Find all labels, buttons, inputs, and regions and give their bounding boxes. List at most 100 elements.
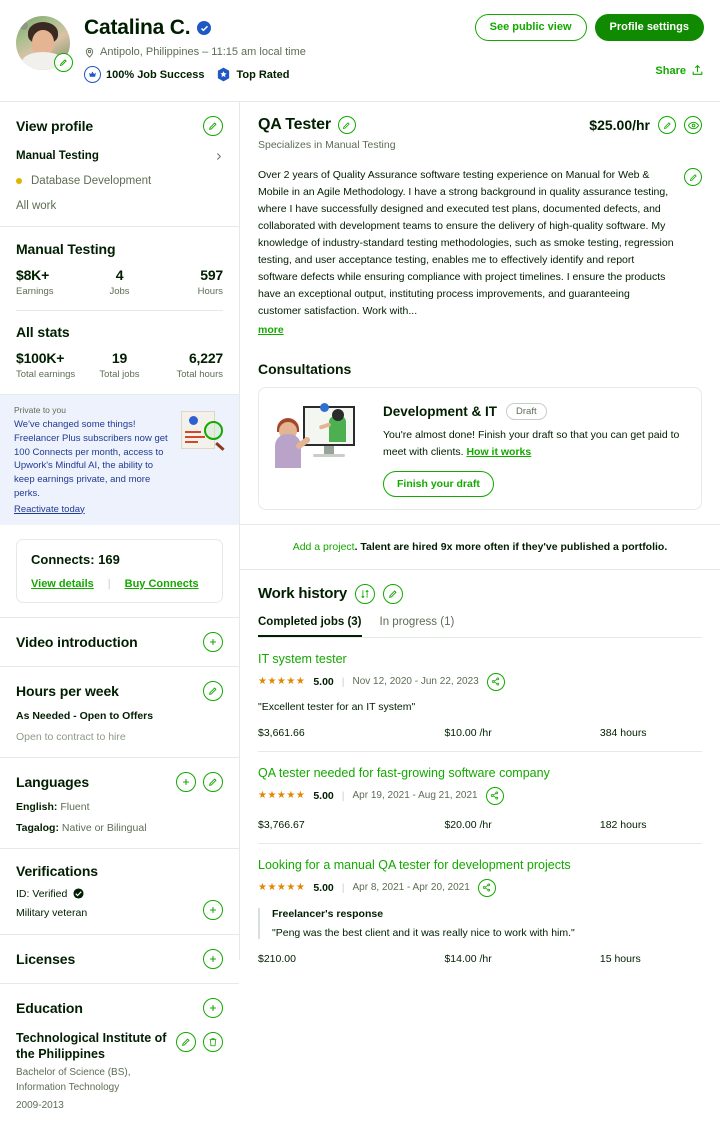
hourly-rate: $25.00/hr [589,117,650,133]
share-job-icon[interactable] [477,878,496,897]
share-job-icon[interactable] [485,786,504,805]
work-history-item: IT system tester ★★★★★ 5.00 | Nov 12, 20… [258,638,702,752]
promo-eyebrow: Private to you [14,405,66,415]
stat-item: $100K+ Total earnings [16,350,85,380]
military-veteran-label: Military veteran [16,907,88,920]
work-history-head: Work history [258,583,702,604]
job-earned: $3,766.67 [258,818,305,831]
all-stats-row: $100K+ Total earnings 19 Total jobs 6,22… [16,350,223,380]
profile-settings-button[interactable]: Profile settings [594,14,704,42]
response-label: Freelancer's response [272,907,384,920]
hours-per-week-head: Hours per week [16,680,223,701]
job-dates: Apr 19, 2021 - Aug 21, 2021 [352,790,478,802]
specialty-stats-section: Manual Testing $8K+ Earnings 4 Jobs 597 … [0,227,239,395]
job-numbers: $3,661.66 $10.00 /hr 384 hours [258,727,702,739]
separator: | [341,789,345,802]
education-school: Technological Institute of the Philippin… [16,1030,167,1061]
job-success-label: 100% Job Success [106,68,205,81]
job-title-link[interactable]: Looking for a manual QA tester for devel… [258,858,702,872]
finish-draft-button[interactable]: Finish your draft [383,470,494,497]
separator: | [341,881,345,894]
edit-profile-icon[interactable] [203,116,223,136]
add-education-icon[interactable] [203,997,223,1018]
rating-score: 5.00 [313,881,334,894]
work-history-item: Looking for a manual QA tester for devel… [258,844,702,977]
edit-rate-icon[interactable] [658,116,676,134]
languages-title: Languages [16,773,90,790]
edit-hours-icon[interactable] [203,680,223,701]
language-name: Tagalog [16,821,56,834]
stat-label: Jobs [109,286,130,297]
location-row: Antipolo, Philippines – 11:15 am local t… [84,46,306,58]
add-video-introduction-icon[interactable] [203,631,223,652]
consultation-body: Development & IT Draft You're almost don… [383,400,687,497]
job-numbers: $210.00 $14.00 /hr 15 hours [258,953,702,965]
separator: | [107,577,111,590]
language-level: Native or Bilingual [61,821,147,834]
job-title-link[interactable]: QA tester needed for fast-growing softwa… [258,766,702,780]
header-main: Catalina C. Antipolo, Philippines – 11:1… [84,14,306,83]
work-history-title: Work history [258,585,348,603]
description-wrap: Over 2 years of Quality Assurance softwa… [258,167,702,339]
share-button[interactable]: Share [655,64,704,77]
consultation-card: Development & IT Draft You're almost don… [258,387,702,510]
add-language-icon[interactable] [176,771,196,792]
edit-education-icon[interactable] [176,1031,196,1052]
sidebar-item-all-work[interactable]: All work [16,200,223,212]
edit-description-icon[interactable] [684,168,702,186]
licenses-title: Licenses [16,950,76,967]
stat-item: 19 Total jobs [85,350,154,380]
visibility-icon[interactable] [684,116,702,134]
how-it-works-link[interactable]: How it works [466,446,531,458]
promo-illustration-icon [177,411,225,452]
tab-in-progress[interactable]: In progress (1) [380,616,455,637]
add-project-link[interactable]: Add a project [293,541,355,553]
job-title: QA Tester [258,116,331,133]
work-history-item: QA tester needed for fast-growing softwa… [258,752,702,844]
main-content: QA Tester Specializes in Manual Testing … [240,102,720,965]
education-years: 2009-2013 [16,1100,64,1112]
add-military-veteran-icon[interactable] [203,899,223,920]
job-dates: Nov 12, 2020 - Jun 22, 2023 [352,676,479,688]
job-title-link[interactable]: IT system tester [258,652,702,666]
work-history-tabs: Completed jobs (3) In progress (1) [258,616,702,638]
divider [16,310,223,311]
verifications-section: Verifications ID: Verified Military vete… [0,849,239,935]
share-label: Share [655,64,686,77]
add-project-text: . Talent are hired 9x more often if they… [354,540,668,553]
stat-item: 6,227 Total hours [154,350,224,380]
add-project-banner: Add a project. Talent are hired 9x more … [240,525,720,570]
language-name: English [16,800,54,813]
tab-completed-jobs[interactable]: Completed jobs (3) [258,616,362,637]
connects-links: View details | Buy Connects [31,578,208,590]
specialty-stats-row: $8K+ Earnings 4 Jobs 597 Hours [16,267,223,297]
licenses-head: Licenses [16,948,223,969]
buy-connects-link[interactable]: Buy Connects [125,578,199,590]
sort-work-history-icon[interactable] [355,583,376,604]
freelancer-plus-promo: Private to you We've changed some things… [0,395,239,525]
separator: | [341,675,345,688]
edit-avatar-icon[interactable] [54,53,73,72]
video-introduction-section: Video introduction [0,618,239,667]
add-license-icon[interactable] [203,948,223,969]
military-veteran-row: Military veteran [16,899,223,920]
job-success-icon [84,66,101,83]
edit-language-icon[interactable] [203,771,223,792]
avatar[interactable] [16,16,73,72]
sidebar-item-manual-testing[interactable]: Manual Testing [16,150,223,162]
more-link[interactable]: more [258,322,284,339]
reactivate-today-link[interactable]: Reactivate today [14,504,85,515]
see-public-view-button[interactable]: See public view [474,14,587,42]
hours-per-week-value: As Needed - Open to Offers [16,709,154,722]
sidebar-item-database-development[interactable]: Database Development [16,175,223,187]
job-earned: $3,661.66 [258,726,305,739]
manual-testing-label: Manual Testing [16,150,99,162]
view-details-link[interactable]: View details [31,578,94,590]
edit-job-title-icon[interactable] [337,116,356,134]
share-job-icon[interactable] [486,672,505,691]
edit-work-history-icon[interactable] [383,583,404,604]
stat-label: Total jobs [99,369,140,380]
rating-stars: ★★★★★ [258,882,306,894]
delete-education-icon[interactable] [203,1031,223,1052]
chevron-right-icon [217,152,222,160]
